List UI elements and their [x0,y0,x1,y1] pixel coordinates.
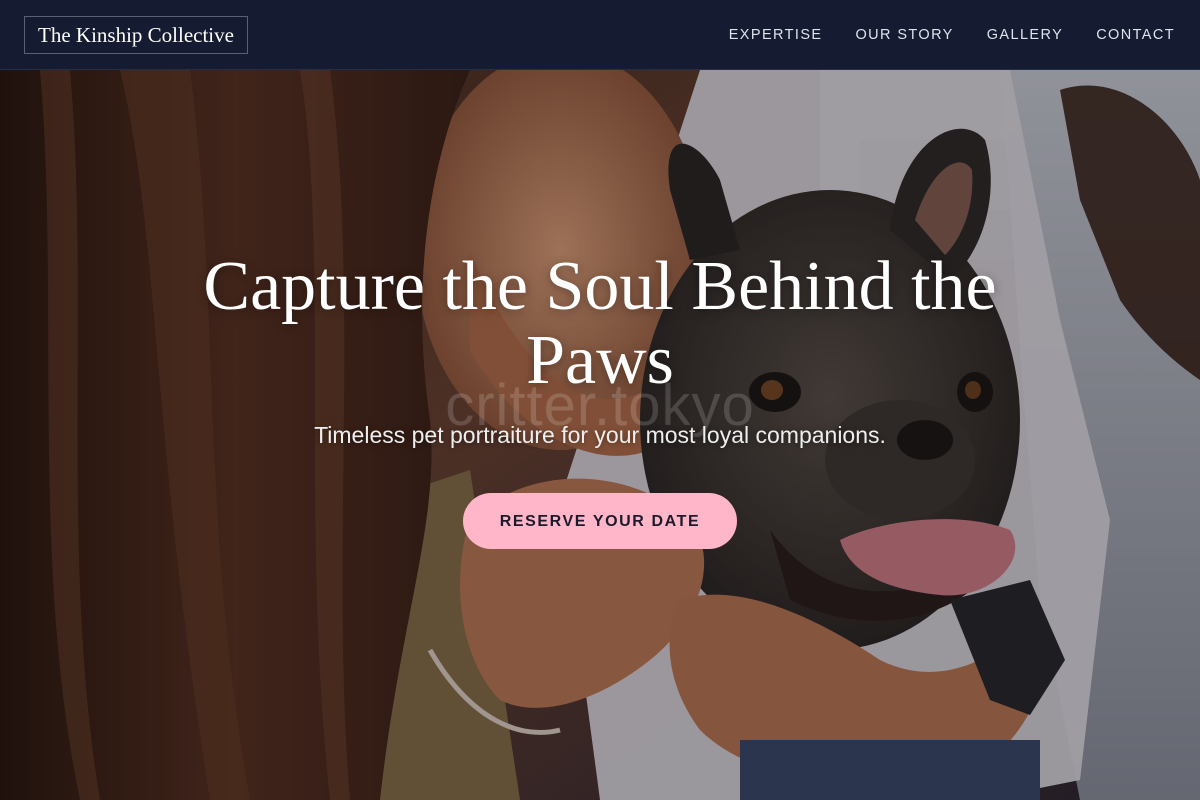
hero-subtitle: Timeless pet portraiture for your most l… [314,422,886,448]
nav-link-contact[interactable]: CONTACT [1096,27,1175,43]
brand-logo[interactable]: The Kinship Collective [24,16,248,54]
hero-content: Capture the Soul Behind the Paws Timeles… [0,250,1200,549]
nav-link-gallery[interactable]: GALLERY [987,27,1063,43]
hero-title: Capture the Soul Behind the Paws [203,248,997,399]
nav-link-our-story[interactable]: OUR STORY [855,27,953,43]
site-header: The Kinship Collective EXPERTISE OUR STO… [0,0,1200,70]
main-nav: EXPERTISE OUR STORY GALLERY CONTACT [696,0,1175,70]
nav-link-expertise[interactable]: EXPERTISE [729,27,823,43]
landing-page: critter.tokyo The Kinship Collective EXP… [0,0,1200,800]
reserve-date-button[interactable]: RESERVE YOUR DATE [463,493,737,549]
